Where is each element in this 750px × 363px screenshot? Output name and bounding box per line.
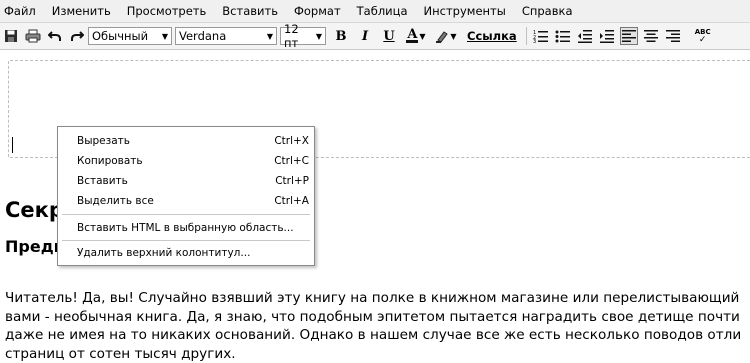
- bullet-list-icon[interactable]: [554, 27, 572, 45]
- menu-file[interactable]: Файл: [0, 0, 44, 22]
- context-menu-insert-html[interactable]: Вставить HTML в выбранную область...: [58, 219, 314, 237]
- numbered-list-icon[interactable]: 123: [532, 27, 550, 45]
- context-menu-label: Вставить: [77, 175, 128, 187]
- bold-button[interactable]: B: [331, 26, 351, 46]
- context-menu-label: Выделить все: [77, 195, 154, 207]
- context-menu: Вырезать Ctrl+X Копировать Ctrl+C Встави…: [57, 126, 315, 266]
- context-menu-shortcut: Ctrl+P: [275, 175, 309, 187]
- redo-icon[interactable]: [68, 27, 86, 45]
- chevron-down-icon: ▼: [450, 32, 456, 41]
- highlight-button[interactable]: ▼: [433, 27, 459, 45]
- context-menu-copy[interactable]: Копировать Ctrl+C: [58, 152, 314, 170]
- paragraph-line: Читатель! Да, вы! Случайно взявший эту к…: [5, 289, 750, 308]
- font-size-select[interactable]: 12 пт ▼: [280, 27, 326, 45]
- menu-insert[interactable]: Вставить: [214, 0, 286, 22]
- context-menu-shortcut: Ctrl+X: [274, 135, 309, 147]
- chevron-down-icon: ▼: [162, 32, 168, 41]
- context-menu-separator: [62, 240, 310, 241]
- menu-view[interactable]: Просмотреть: [119, 0, 215, 22]
- paragraph-line: даже не имея на то никаких оснований. Од…: [5, 326, 750, 345]
- context-menu-select-all[interactable]: Выделить все Ctrl+A: [58, 192, 314, 210]
- indent-icon[interactable]: [598, 27, 616, 45]
- highlighter-icon: [435, 29, 449, 43]
- context-menu-shortcut: Ctrl+C: [274, 155, 309, 167]
- text-cursor: [12, 137, 13, 153]
- paragraph-style-select[interactable]: Обычный ▼: [88, 27, 172, 45]
- font-family-value: Verdana: [179, 29, 226, 43]
- context-menu-label: Вырезать: [77, 135, 130, 147]
- svg-text:3: 3: [533, 39, 536, 43]
- paragraph-line: вами - необычная книга. Да, я знаю, что …: [5, 308, 750, 327]
- color-bar-icon: [406, 40, 418, 43]
- context-menu-delete-header[interactable]: Удалить верхний колонтитул...: [58, 244, 314, 262]
- menu-table[interactable]: Таблица: [349, 0, 416, 22]
- context-menu-cut[interactable]: Вырезать Ctrl+X: [58, 132, 314, 150]
- print-icon[interactable]: [24, 27, 42, 45]
- align-right-icon[interactable]: [664, 27, 682, 45]
- paragraph-line: страниц от сотен тысяч других.: [5, 345, 750, 363]
- context-menu-separator: [62, 214, 310, 215]
- font-size-value: 12 пт: [284, 22, 314, 50]
- toolbar-divider: [526, 27, 527, 45]
- menu-format[interactable]: Формат: [286, 0, 349, 22]
- paragraph-style-value: Обычный: [92, 29, 148, 43]
- font-color-button[interactable]: A ▼: [403, 27, 429, 45]
- context-menu-shortcut: Ctrl+A: [274, 195, 309, 207]
- menu-tools[interactable]: Инструменты: [416, 0, 514, 22]
- undo-icon[interactable]: [46, 27, 64, 45]
- menu-edit[interactable]: Изменить: [44, 0, 119, 22]
- menu-help[interactable]: Справка: [514, 0, 581, 22]
- chevron-down-icon: ▼: [419, 32, 425, 41]
- document-paragraph: Читатель! Да, вы! Случайно взявший эту к…: [5, 289, 750, 363]
- underline-button[interactable]: U: [379, 26, 399, 46]
- context-menu-paste[interactable]: Вставить Ctrl+P: [58, 172, 314, 190]
- context-menu-label: Копировать: [77, 155, 143, 167]
- chevron-down-icon: ▼: [267, 32, 273, 41]
- insert-link-button[interactable]: Ссылка: [461, 29, 523, 43]
- document-heading: Секр: [5, 198, 64, 222]
- menu-bar: Файл Изменить Просмотреть Вставить Форма…: [0, 0, 750, 23]
- font-family-select[interactable]: Verdana ▼: [175, 27, 277, 45]
- spellcheck-icon[interactable]: ABC ✓: [692, 27, 714, 45]
- context-menu-label: Удалить верхний колонтитул...: [77, 247, 250, 259]
- context-menu-label: Вставить HTML в выбранную область...: [77, 222, 294, 234]
- align-left-icon[interactable]: [620, 27, 638, 45]
- toolbar: Обычный ▼ Verdana ▼ 12 пт ▼ B I U A ▼ ▼ …: [0, 23, 750, 50]
- outdent-icon[interactable]: [576, 27, 594, 45]
- font-color-letter: A: [407, 29, 417, 40]
- italic-button[interactable]: I: [355, 26, 375, 46]
- checkmark-icon: ✓: [699, 36, 707, 44]
- document-subheading: Преди: [5, 237, 65, 256]
- chevron-down-icon: ▼: [316, 32, 322, 41]
- align-center-icon[interactable]: [642, 27, 660, 45]
- save-icon[interactable]: [2, 27, 20, 45]
